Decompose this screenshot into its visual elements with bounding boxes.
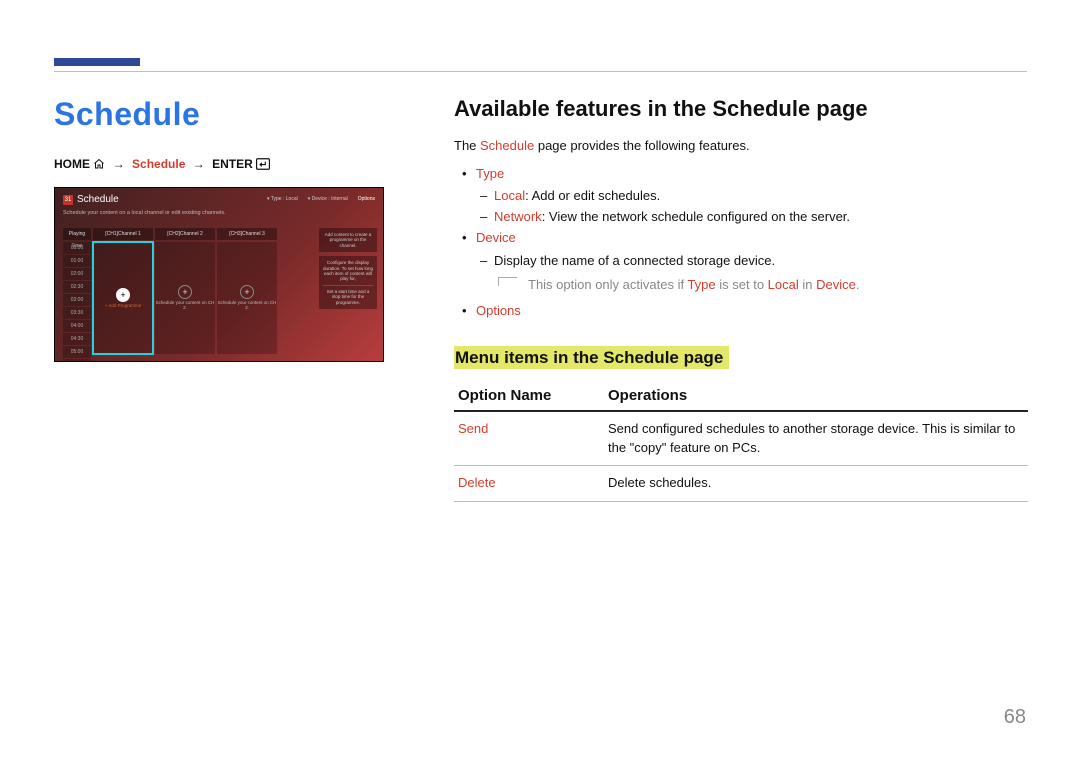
- note-device: Device: [816, 277, 856, 292]
- row-send-op: Send configured schedules to another sto…: [604, 411, 1028, 466]
- channel-2-cell: + Schedule your content on CH 2.: [155, 242, 215, 354]
- time-row: 02:00: [63, 268, 91, 280]
- schedule-screenshot: 31 Schedule ▾ Type : Local ▾ Device : In…: [54, 187, 384, 362]
- intro-line: The Schedule page provides the following…: [454, 136, 1028, 156]
- enter-icon: [256, 158, 270, 173]
- arrow-icon: →: [193, 157, 205, 171]
- time-header: Playing Time: [63, 228, 91, 240]
- home-icon: [93, 158, 105, 173]
- shot-subtitle: Schedule your content on a local channel…: [63, 210, 226, 216]
- channel-1-cell: + + Add Programme: [93, 242, 153, 354]
- col-operations: Operations: [604, 381, 1028, 411]
- time-row: 04:00: [63, 320, 91, 332]
- card-separator: [323, 285, 373, 286]
- table-header-row: Option Name Operations: [454, 381, 1028, 411]
- time-row: 02:30: [63, 281, 91, 293]
- header-rule: [54, 71, 1027, 72]
- feature-options: Options: [454, 301, 1028, 322]
- shot-type-dropdown: ▾ Type : Local: [267, 196, 298, 202]
- path-enter: ENTER: [212, 157, 253, 171]
- time-row: 03:30: [63, 307, 91, 319]
- options-label: Options: [476, 303, 521, 318]
- local-desc: : Add or edit schedules.: [525, 188, 660, 203]
- device-sublist: Display the name of a connected storage …: [476, 251, 1028, 272]
- time-column: Playing Time 00:00 01:00 02:00 02:30 03:…: [63, 228, 91, 355]
- plus-icon: +: [240, 285, 254, 299]
- feature-device: Device Display the name of a connected s…: [454, 228, 1028, 295]
- intro-schedule: Schedule: [480, 138, 534, 153]
- note-in: in: [799, 277, 816, 292]
- shot-device-dropdown: ▾ Device : Internal: [308, 196, 348, 202]
- type-sublist: Local: Add or edit schedules. Network: V…: [476, 186, 1028, 228]
- plus-icon: +: [116, 288, 130, 302]
- note-type: Type: [687, 277, 715, 292]
- note-mid: is set to: [716, 277, 768, 292]
- plus-icon: +: [178, 285, 192, 299]
- type-network: Network: View the network schedule confi…: [476, 207, 1028, 228]
- shot-toolbar: ▾ Type : Local ▾ Device : Internal Optio…: [267, 196, 375, 202]
- time-row: 04:30: [63, 333, 91, 345]
- row-delete-name: Delete: [454, 466, 604, 502]
- note-pre: This option only activates if: [528, 277, 687, 292]
- channel-header: [CH3]Channel 3: [217, 228, 277, 240]
- page-title: Schedule: [54, 96, 384, 133]
- menu-items-table: Option Name Operations Send Send configu…: [454, 381, 1028, 503]
- path-home: HOME: [54, 157, 90, 171]
- channel-2-col: [CH2]Channel 2 + Schedule your content o…: [155, 228, 215, 355]
- left-column: Schedule HOME → Schedule → ENTER 31 Sche…: [54, 96, 384, 362]
- page-number: 68: [1004, 706, 1026, 729]
- network-key: Network: [494, 209, 542, 224]
- table-row: Send Send configured schedules to anothe…: [454, 411, 1028, 466]
- add-programme-label: + Add Programme: [105, 304, 141, 309]
- channel-3-cell: + Schedule your content on CH 3.: [217, 242, 277, 354]
- time-row: 06:00: [63, 359, 91, 362]
- channel-2-caption: Schedule your content on CH 2.: [155, 301, 215, 311]
- features-heading: Available features in the Schedule page: [454, 96, 1028, 122]
- col-option-name: Option Name: [454, 381, 604, 411]
- feature-list: Type Local: Add or edit schedules. Netwo…: [454, 164, 1028, 322]
- nav-path: HOME → Schedule → ENTER: [54, 157, 384, 173]
- channel-header: [CH1]Channel 1: [93, 228, 153, 240]
- side-card-2b: Set a start time and a stop time for the…: [327, 289, 370, 305]
- device-desc: Display the name of a connected storage …: [476, 251, 1028, 272]
- right-column: Available features in the Schedule page …: [454, 96, 1028, 502]
- shot-title: Schedule: [77, 194, 119, 205]
- time-row: 05:00: [63, 346, 91, 358]
- side-card-2a: Configure the display duration. To set h…: [323, 260, 373, 281]
- path-schedule: Schedule: [132, 157, 185, 171]
- intro-post: page provides the following features.: [534, 138, 749, 153]
- device-note: This option only activates if Type is se…: [498, 275, 1028, 295]
- shot-header: 31 Schedule: [63, 194, 119, 205]
- channel-1-col: [CH1]Channel 1 + + Add Programme: [93, 228, 153, 355]
- channel-header: [CH2]Channel 2: [155, 228, 215, 240]
- note-end: .: [856, 277, 860, 292]
- row-delete-op: Delete schedules.: [604, 466, 1028, 502]
- side-card-2: Configure the display duration. To set h…: [319, 256, 377, 309]
- feature-type: Type Local: Add or edit schedules. Netwo…: [454, 164, 1028, 228]
- local-key: Local: [494, 188, 525, 203]
- channel-3-col: [CH3]Channel 3 + Schedule your content o…: [217, 228, 277, 355]
- table-row: Delete Delete schedules.: [454, 466, 1028, 502]
- type-local: Local: Add or edit schedules.: [476, 186, 1028, 207]
- calendar-icon: 31: [63, 195, 73, 205]
- time-row: 03:00: [63, 294, 91, 306]
- note-local: Local: [768, 277, 799, 292]
- time-row: 00:00: [63, 242, 91, 254]
- shot-grid: Playing Time 00:00 01:00 02:00 02:30 03:…: [63, 228, 315, 355]
- device-label: Device: [476, 230, 516, 245]
- intro-pre: The: [454, 138, 480, 153]
- type-label: Type: [476, 166, 504, 181]
- manual-page: Schedule HOME → Schedule → ENTER 31 Sche…: [0, 0, 1080, 763]
- row-send-name: Send: [454, 411, 604, 466]
- network-desc: : View the network schedule configured o…: [542, 209, 850, 224]
- menu-items-heading: Menu items in the Schedule page: [454, 346, 729, 369]
- time-row: 01:00: [63, 255, 91, 267]
- shot-side-cards: Add content to create a programme on the…: [319, 228, 377, 309]
- side-card-1: Add content to create a programme on the…: [319, 228, 377, 252]
- header-accent-bar: [54, 58, 140, 66]
- channel-3-caption: Schedule your content on CH 3.: [217, 301, 277, 311]
- arrow-icon: →: [113, 157, 125, 171]
- shot-options: Options: [358, 196, 375, 202]
